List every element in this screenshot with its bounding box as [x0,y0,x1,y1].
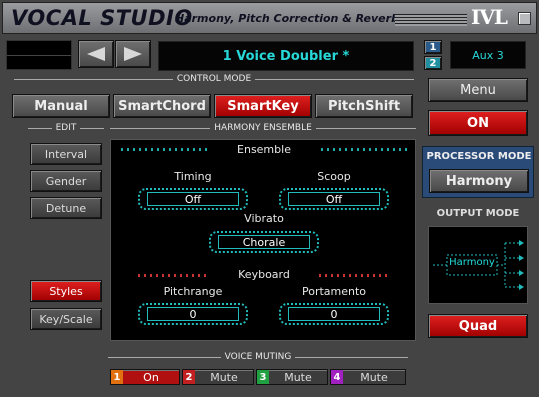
interval-button[interactable]: Interval [30,143,102,165]
pitchrange-label: Pitchrange [163,285,223,298]
voice-muting-label: VOICE MUTING [108,351,408,363]
portamento-field[interactable]: 0 [279,303,389,325]
arrow-left-icon [87,47,105,61]
prev-preset-button[interactable] [78,40,114,68]
keyboard-dots-right [319,274,389,277]
styles-button[interactable]: Styles [30,280,102,302]
processor-mode-panel: PROCESSOR MODE Harmony [422,146,534,198]
portamento-value: 0 [288,307,380,321]
vibrato-value: Chorale [218,235,310,249]
app-title: VOCAL STUDIO [11,6,193,30]
app-subtitle: Harmony, Pitch Correction & Reverb [175,12,399,25]
voice-2-number: 2 [183,370,195,384]
voice-4-toggle[interactable]: 4 Mute [330,369,406,385]
mode-smartkey-button[interactable]: SmartKey [214,94,312,118]
title-stripes [395,14,467,26]
voice-3-toggle[interactable]: 3 Mute [256,369,328,385]
voice-3-state: Mute [284,370,312,384]
mode-pitchshift-button[interactable]: PitchShift [315,94,413,118]
output-diagram-label: Harmony [449,257,495,268]
processor-mode-button[interactable]: Harmony [429,169,529,193]
timing-label: Timing [174,170,212,183]
close-box-icon[interactable] [518,12,531,25]
voice-1-toggle[interactable]: 1 On [110,369,180,385]
processor-mode-label: PROCESSOR MODE [426,151,532,162]
timing-value: Off [147,192,239,206]
keyboard-heading: Keyboard [238,268,290,281]
voice-2-state: Mute [210,370,238,384]
pitchrange-field[interactable]: 0 [138,303,248,325]
vibrato-label: Vibrato [244,212,284,225]
ensemble-heading: Ensemble [237,143,291,156]
mode-manual-button[interactable]: Manual [12,94,110,118]
scoop-field[interactable]: Off [279,188,389,210]
timing-field[interactable]: Off [138,188,248,210]
edit-label: EDIT [28,122,104,134]
portamento-label: Portamento [301,285,367,298]
voice-2-toggle[interactable]: 2 Mute [182,369,254,385]
voice-4-state: Mute [360,370,388,384]
harmony-ensemble-label: HARMONY ENSEMBLE [110,122,417,134]
voice-3-number: 3 [257,370,269,384]
mode-smartchord-button[interactable]: SmartChord [113,94,211,118]
menu-button[interactable]: Menu [428,78,528,102]
channel-2-button[interactable]: 2 [424,56,442,70]
level-meter [6,40,72,70]
scoop-value: Off [288,192,380,206]
voice-1-state: On [143,370,159,384]
control-mode-label: CONTROL MODE [14,73,414,85]
channel-1-button[interactable]: 1 [424,40,442,54]
key-scale-button[interactable]: Key/Scale [30,308,102,330]
aux-display[interactable]: Aux 3 [450,41,526,69]
keyboard-dots-left [138,274,208,277]
output-mode-label: OUTPUT MODE [436,208,520,219]
detune-button[interactable]: Detune [30,197,102,219]
voice-1-number: 1 [111,370,123,384]
preset-display[interactable]: 1 Voice Doubler * [158,41,414,71]
harmony-ensemble-panel: Ensemble Timing Off Scoop Off Vibrato Ch… [110,139,416,341]
title-bar[interactable]: VOCAL STUDIO Harmony, Pitch Correction &… [2,2,537,34]
quad-button[interactable]: Quad [428,314,528,338]
ivl-logo: IVL [471,5,508,29]
vibrato-field[interactable]: Chorale [209,231,319,253]
on-button[interactable]: ON [428,110,528,136]
scoop-label: Scoop [317,170,351,183]
pitchrange-value: 0 [147,307,239,321]
gender-button[interactable]: Gender [30,170,102,192]
output-mode-display: Harmony [428,226,528,304]
voice-4-number: 4 [331,370,343,384]
arrow-right-icon [124,47,142,61]
next-preset-button[interactable] [115,40,151,68]
ensemble-dots-right [321,148,409,151]
vocal-studio-window: VOCAL STUDIO Harmony, Pitch Correction &… [0,0,539,397]
ensemble-dots-left [121,148,209,151]
